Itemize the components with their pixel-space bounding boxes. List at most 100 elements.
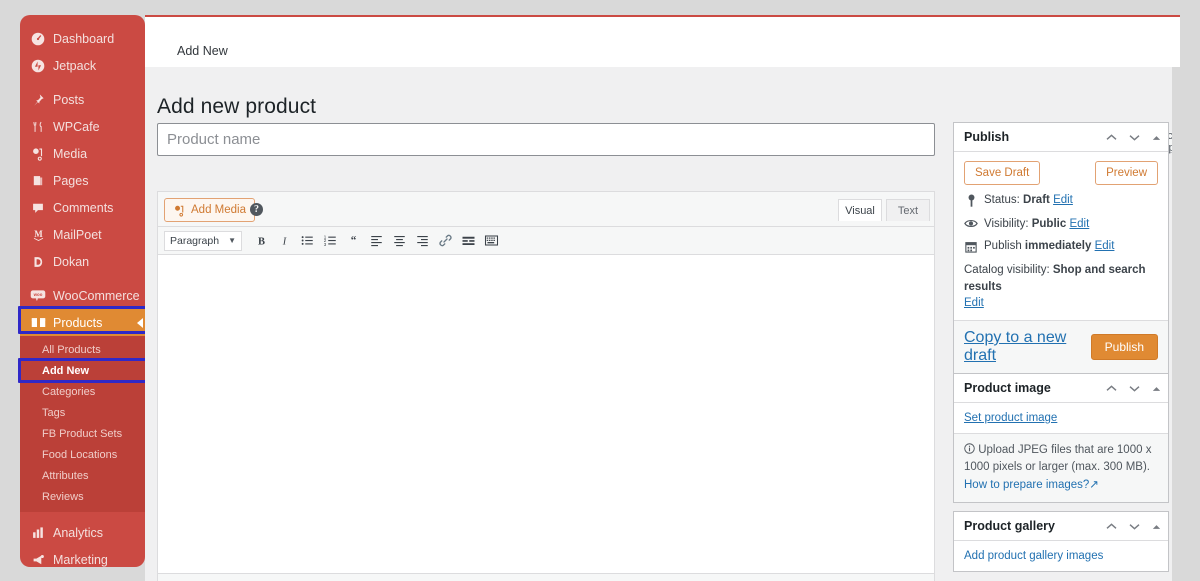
editor-content-area[interactable]: [158, 255, 934, 573]
edit-status-link[interactable]: Edit: [1053, 194, 1073, 206]
submenu-item-label: Add New: [42, 364, 90, 377]
set-product-image-link[interactable]: Set product image: [964, 412, 1057, 424]
media-icon: [29, 146, 47, 162]
add-product-gallery-images-link[interactable]: Add product gallery images: [964, 550, 1103, 562]
calendar-icon: [964, 240, 978, 253]
page-title: Add new product: [157, 95, 317, 119]
page-right-gutter: [1172, 67, 1200, 581]
product-gallery-panel: Product gallery Add product gallery imag…: [953, 511, 1169, 572]
panel-toggle-icon[interactable]: [1151, 385, 1162, 393]
chevron-down-icon[interactable]: [1128, 384, 1141, 393]
italic-icon[interactable]: I: [274, 230, 295, 251]
marketing-icon: [29, 552, 47, 568]
publish-button[interactable]: Publish: [1090, 334, 1158, 361]
submenu-item-tags[interactable]: Tags: [20, 402, 145, 423]
bold-icon[interactable]: B: [251, 230, 272, 251]
sidebar-item-dokan[interactable]: Dokan: [20, 248, 145, 275]
edit-catalog-link[interactable]: Edit: [964, 297, 984, 309]
chevron-up-icon[interactable]: [1105, 384, 1118, 393]
submenu-item-food-locations[interactable]: Food Locations: [20, 444, 145, 465]
read-more-icon[interactable]: [458, 230, 479, 251]
numbered-list-icon[interactable]: 123: [320, 230, 341, 251]
products-submenu: All Products Add New Categories Tags FB …: [20, 336, 145, 512]
chevron-up-icon[interactable]: [1105, 133, 1118, 142]
sidebar-item-wpcafe[interactable]: WPCafe: [20, 113, 145, 140]
paragraph-format-select[interactable]: Paragraph ▼: [164, 230, 242, 251]
submenu-item-categories[interactable]: Categories: [20, 381, 145, 402]
copy-to-new-draft-link[interactable]: Copy to a new draft: [964, 329, 1091, 365]
publish-visibility-row: Visibility: Public Edit: [954, 213, 1168, 235]
publish-time-label: Publish: [984, 240, 1022, 252]
sidebar-item-label: Marketing: [53, 552, 108, 567]
sidebar-divider: [20, 275, 145, 282]
help-icon[interactable]: ?: [250, 203, 263, 216]
panel-toggle-icon[interactable]: [1151, 134, 1162, 142]
wpcafe-icon: [29, 119, 47, 135]
blockquote-icon[interactable]: “: [343, 230, 364, 251]
editor-format-toolbar: Paragraph ▼ B I 123 “: [158, 227, 934, 255]
chevron-down-icon: ▼: [228, 236, 236, 245]
submenu-item-reviews[interactable]: Reviews: [20, 486, 145, 507]
toolbar-toggle-icon[interactable]: [481, 230, 502, 251]
set-product-image-row: Set product image: [954, 403, 1168, 433]
sidebar-item-woocommerce[interactable]: woo WooCommerce: [20, 282, 145, 309]
bulleted-list-icon[interactable]: [297, 230, 318, 251]
publish-panel: Publish Save Draft Preview Status: Draft…: [953, 122, 1169, 375]
sidebar-item-jetpack[interactable]: Jetpack: [20, 52, 145, 79]
link-icon[interactable]: [435, 230, 456, 251]
sidebar-item-pages[interactable]: Pages: [20, 167, 145, 194]
mailpoet-icon: M: [29, 227, 47, 243]
sidebar-item-label: Products: [53, 315, 103, 330]
submenu-item-label: Tags: [42, 406, 66, 419]
post-content-editor: Add Media ? Visual Text Paragraph ▼ B I …: [157, 191, 935, 581]
chevron-up-icon[interactable]: [1105, 522, 1118, 531]
info-icon: [964, 443, 978, 456]
publish-schedule-row: Publish immediately Edit: [954, 235, 1168, 258]
product-image-panel: Product image Set product image Upload J…: [953, 373, 1169, 503]
preview-button[interactable]: Preview: [1095, 161, 1158, 185]
sidebar-item-mailpoet[interactable]: M MailPoet: [20, 221, 145, 248]
admin-topbar: Add New Activity Finish setup: [145, 15, 1180, 67]
submenu-item-all-products[interactable]: All Products: [20, 339, 145, 360]
catalog-visibility-label: Catalog visibility:: [964, 264, 1050, 276]
sidebar-item-posts[interactable]: Posts: [20, 86, 145, 113]
sidebar-item-dashboard[interactable]: Dashboard: [20, 25, 145, 52]
edit-schedule-link[interactable]: Edit: [1095, 240, 1115, 252]
save-draft-label: Save Draft: [975, 167, 1030, 179]
prepare-images-link[interactable]: How to prepare images?: [964, 479, 1089, 491]
pin-icon: [29, 92, 47, 108]
align-right-icon[interactable]: [412, 230, 433, 251]
submenu-item-attributes[interactable]: Attributes: [20, 465, 145, 486]
submenu-item-add-new[interactable]: Add New: [20, 360, 145, 381]
sidebar-item-products[interactable]: Products: [20, 309, 145, 336]
sidebar-divider: [20, 512, 145, 519]
panel-toggle-icon[interactable]: [1151, 523, 1162, 531]
tab-visual[interactable]: Visual: [838, 199, 882, 221]
pages-icon: [29, 173, 47, 189]
external-link-icon: ↗: [1089, 478, 1099, 491]
wordpress-admin-screen: Dashboard Jetpack Posts WPCafe Media Pag…: [0, 0, 1200, 581]
sidebar-item-analytics[interactable]: Analytics: [20, 519, 145, 546]
media-icon: [173, 204, 186, 217]
sidebar-item-comments[interactable]: Comments: [20, 194, 145, 221]
save-draft-button[interactable]: Save Draft: [964, 161, 1041, 185]
dokan-icon: [29, 254, 47, 270]
publish-actions-row: Save Draft Preview: [954, 152, 1168, 189]
edit-visibility-link[interactable]: Edit: [1069, 218, 1089, 230]
align-left-icon[interactable]: [366, 230, 387, 251]
eye-icon: [964, 218, 978, 229]
svg-text:woo: woo: [33, 292, 43, 297]
submenu-item-label: Food Locations: [42, 448, 118, 461]
sidebar-item-marketing[interactable]: Marketing: [20, 546, 145, 567]
product-image-note-text: Upload JPEG files that are 1000 x 1000 p…: [964, 444, 1152, 474]
chevron-down-icon[interactable]: [1128, 522, 1141, 531]
product-name-input[interactable]: [157, 123, 935, 156]
tab-text[interactable]: Text: [886, 199, 930, 221]
align-center-icon[interactable]: [389, 230, 410, 251]
sidebar-item-media[interactable]: Media: [20, 140, 145, 167]
submenu-item-fb-product-sets[interactable]: FB Product Sets: [20, 423, 145, 444]
product-image-panel-title: Product image: [964, 381, 1051, 395]
chevron-down-icon[interactable]: [1128, 133, 1141, 142]
sidebar-item-label: MailPoet: [53, 227, 102, 242]
add-media-button[interactable]: Add Media: [164, 198, 255, 222]
